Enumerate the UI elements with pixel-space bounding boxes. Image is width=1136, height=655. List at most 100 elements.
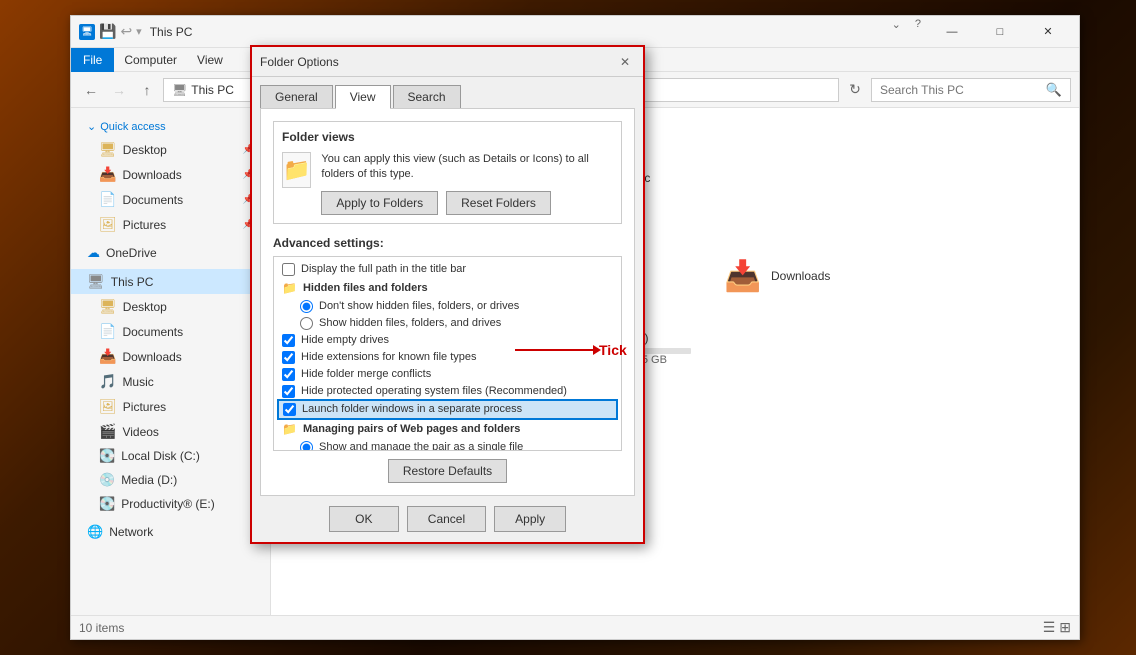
- tab-search[interactable]: Search: [393, 85, 461, 108]
- sidebar-item-label: Documents: [122, 325, 183, 339]
- tab-view[interactable]: View: [335, 85, 391, 109]
- minimize-button[interactable]: —: [929, 18, 975, 46]
- sidebar-item-desktop-pc[interactable]: 🖥 Desktop: [71, 294, 270, 319]
- group-label: Managing pairs of Web pages and folders: [303, 423, 520, 435]
- folder-views-buttons: Apply to Folders Reset Folders: [321, 191, 613, 215]
- dont-show-hidden-radio[interactable]: [300, 300, 313, 313]
- dialog-tabs: General View Search: [252, 77, 643, 108]
- sidebar-item-onedrive[interactable]: ☁ OneDrive: [71, 241, 270, 265]
- dropdown-arrow-icon: ▾: [136, 25, 142, 38]
- settings-item-hide-extensions[interactable]: Hide extensions for known file types: [278, 349, 617, 366]
- launch-folder-checkbox[interactable]: [283, 403, 296, 416]
- settings-item-show-hidden[interactable]: Show hidden files, folders, and drives: [278, 315, 617, 332]
- folder-options-dialog: Folder Options ✕ General View Search Fol…: [250, 45, 645, 544]
- documents-icon: 📄: [99, 323, 116, 340]
- sidebar-item-downloads-qa[interactable]: 📥 Downloads 📌: [71, 162, 270, 187]
- window-icon: 🖥: [79, 24, 95, 40]
- device-info: Downloads: [771, 269, 907, 283]
- quick-access-chevron-icon: ⌄: [87, 120, 96, 133]
- hide-extensions-checkbox[interactable]: [282, 351, 295, 364]
- sidebar-item-documents-pc[interactable]: 📄 Documents: [71, 319, 270, 344]
- restore-defaults-button[interactable]: Restore Defaults: [388, 459, 507, 483]
- show-hidden-radio[interactable]: [300, 317, 313, 330]
- settings-item-empty-drives[interactable]: Hide empty drives: [278, 332, 617, 349]
- status-bar: 10 items ☰ ⊞: [71, 615, 1079, 639]
- path-text: This PC: [191, 83, 234, 97]
- sidebar-item-label: Productivity® (E:): [121, 497, 215, 511]
- settings-item-single-file[interactable]: Show and manage the pair as a single fil…: [278, 439, 617, 451]
- sidebar-item-label: Pictures: [123, 218, 166, 232]
- settings-item-protected-files[interactable]: Hide protected operating system files (R…: [278, 383, 617, 400]
- folder-views-body: 📁 You can apply this view (such as Detai…: [282, 152, 613, 215]
- apply-button[interactable]: Apply: [494, 506, 566, 532]
- sidebar-item-label: Documents: [122, 193, 183, 207]
- sidebar-item-videos-pc[interactable]: 🎬 Videos: [71, 419, 270, 444]
- device-tile-downloads-right[interactable]: 📥 Downloads: [715, 248, 915, 304]
- window-title: This PC: [150, 25, 886, 39]
- maximize-button[interactable]: □: [977, 18, 1023, 46]
- pictures-icon: 🖼: [99, 398, 117, 415]
- view-menu[interactable]: View: [187, 49, 233, 71]
- back-button[interactable]: ←: [79, 78, 103, 102]
- settings-item-dont-show-hidden[interactable]: Don't show hidden files, folders, or dri…: [278, 298, 617, 315]
- settings-item-launch-folder[interactable]: Launch folder windows in a separate proc…: [278, 400, 617, 419]
- forward-button[interactable]: →: [107, 78, 131, 102]
- documents-icon: 📄: [99, 191, 116, 208]
- sidebar-item-label: Downloads: [122, 350, 181, 364]
- refresh-button[interactable]: ↻: [843, 78, 867, 102]
- search-icon: 🔍: [1046, 82, 1062, 98]
- close-button[interactable]: ✕: [1025, 18, 1071, 46]
- onedrive-section: ☁ OneDrive: [71, 241, 270, 265]
- quick-access-label: Quick access: [100, 121, 165, 133]
- empty-drives-checkbox[interactable]: [282, 334, 295, 347]
- settings-list[interactable]: Display the full path in the title bar 📁…: [273, 256, 622, 451]
- this-pc-section: 🖥 This PC 🖥 Desktop 📄 Documents 📥 Downlo…: [71, 269, 270, 516]
- dialog-close-button[interactable]: ✕: [615, 52, 635, 72]
- sidebar-item-local-disk[interactable]: 💽 Local Disk (C:): [71, 444, 270, 468]
- quick-access-section: ⌄ Quick access 🖥 Desktop 📌 📥 Downloads 📌…: [71, 116, 270, 237]
- protected-files-checkbox[interactable]: [282, 385, 295, 398]
- advanced-settings-label: Advanced settings:: [273, 236, 622, 250]
- sidebar-item-media-d[interactable]: 💿 Media (D:): [71, 468, 270, 492]
- folder-views-text: You can apply this view (such as Details…: [321, 152, 613, 183]
- tab-general[interactable]: General: [260, 85, 333, 108]
- computer-menu[interactable]: Computer: [114, 49, 187, 71]
- single-file-radio[interactable]: [300, 441, 313, 451]
- device-icon: 📥: [723, 256, 763, 296]
- help-icon[interactable]: ?: [909, 18, 927, 46]
- sidebar-item-downloads-pc[interactable]: 📥 Downloads: [71, 344, 270, 369]
- sidebar-item-music-pc[interactable]: 🎵 Music: [71, 369, 270, 394]
- sidebar-item-documents-qa[interactable]: 📄 Documents 📌: [71, 187, 270, 212]
- folder-merge-checkbox[interactable]: [282, 368, 295, 381]
- sidebar-item-pictures-qa[interactable]: 🖼 Pictures 📌: [71, 212, 270, 237]
- apply-to-folders-button[interactable]: Apply to Folders: [321, 191, 438, 215]
- reset-folders-button[interactable]: Reset Folders: [446, 191, 551, 215]
- dialog-content: Folder views 📁 You can apply this view (…: [260, 108, 635, 496]
- settings-group-hidden: 📁 Hidden files and folders: [278, 278, 617, 298]
- sidebar-item-productivity-e[interactable]: 💽 Productivity® (E:): [71, 492, 270, 516]
- cancel-button[interactable]: Cancel: [407, 506, 486, 532]
- details-view-icon[interactable]: ☰: [1043, 619, 1056, 636]
- downloads-icon: 📥: [99, 348, 116, 365]
- drive-icon: 💿: [99, 472, 115, 488]
- search-input[interactable]: [880, 83, 1042, 97]
- sidebar-item-pictures-pc[interactable]: 🖼 Pictures: [71, 394, 270, 419]
- sidebar-item-desktop-qa[interactable]: 🖥 Desktop 📌: [71, 137, 270, 162]
- file-menu[interactable]: File: [71, 48, 114, 72]
- network-section: 🌐 Network: [71, 520, 270, 544]
- hide-extensions-label: Hide extensions for known file types: [301, 351, 476, 363]
- search-bar[interactable]: 🔍: [871, 78, 1071, 102]
- folder-views-section: Folder views 📁 You can apply this view (…: [273, 121, 622, 224]
- ribbon-chevron-icon[interactable]: ⌄: [886, 18, 907, 46]
- settings-item-folder-merge[interactable]: Hide folder merge conflicts: [278, 366, 617, 383]
- folder-views-title: Folder views: [282, 130, 613, 144]
- item-count: 10 items: [79, 621, 124, 635]
- fullpath-checkbox[interactable]: [282, 263, 295, 276]
- up-button[interactable]: ↑: [135, 78, 159, 102]
- ok-button[interactable]: OK: [329, 506, 399, 532]
- sidebar-item-this-pc[interactable]: 🖥 This PC: [71, 269, 270, 294]
- quick-access-header[interactable]: ⌄ Quick access: [71, 116, 270, 137]
- sidebar-item-network[interactable]: 🌐 Network: [71, 520, 270, 544]
- settings-item-fullpath[interactable]: Display the full path in the title bar: [278, 261, 617, 278]
- large-icons-view-icon[interactable]: ⊞: [1059, 619, 1071, 636]
